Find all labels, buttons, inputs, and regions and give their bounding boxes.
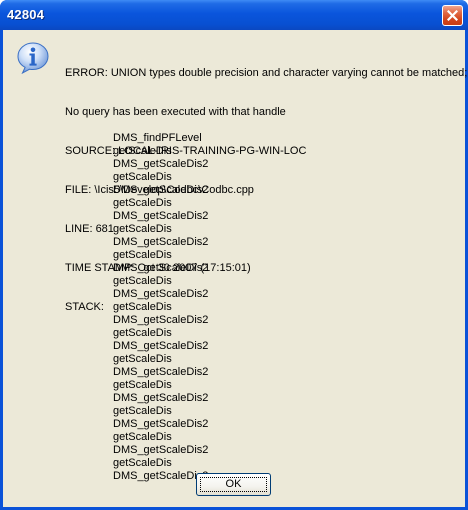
close-icon xyxy=(447,10,458,21)
stack-entry: getScaleDis xyxy=(113,275,172,287)
stack-entry: DMS_getScaleDis2 xyxy=(113,158,209,170)
title-bar[interactable]: 42804 xyxy=(0,0,468,30)
stack-entry: DMS_getScaleDis2 xyxy=(113,418,209,430)
stack-entry: getScaleDis xyxy=(113,353,172,365)
stack-entry: DMS_getScaleDis2 xyxy=(113,262,209,274)
stack-entry: DMS_getScaleDis2 xyxy=(113,470,209,482)
stack-entry: DMS_getScaleDis2 xyxy=(113,184,209,196)
stack-entry: getScaleDis xyxy=(113,223,172,235)
ok-button[interactable]: OK xyxy=(196,473,271,496)
stack-entry: DMS_getScaleDis2 xyxy=(113,236,209,248)
stack-entry: DMS_getScaleDis2 xyxy=(113,340,209,352)
stack-entry: DMS_getScaleDis2 xyxy=(113,444,209,456)
window-title: 42804 xyxy=(7,7,45,22)
close-button[interactable] xyxy=(442,5,463,26)
error-detail: No query has been executed with that han… xyxy=(65,106,286,118)
stack-entry: DMS_findPFLevel xyxy=(113,132,202,144)
stack-entry: getScaleDis xyxy=(113,379,172,391)
stack-entry: DMS_getScaleDis2 xyxy=(113,210,209,222)
stack-entry: getScaleDis xyxy=(113,405,172,417)
stack-entry: getScaleDis xyxy=(113,145,172,157)
ok-button-label: OK xyxy=(225,478,242,490)
stack-trace: DMS_findPFLevel getScaleDis DMS_getScale… xyxy=(113,132,208,483)
stack-entry: getScaleDis xyxy=(113,249,172,261)
stack-entry: DMS_getScaleDis2 xyxy=(113,366,209,378)
stack-entry: getScaleDis xyxy=(113,197,172,209)
stack-entry: DMS_getScaleDis2 xyxy=(113,288,209,300)
stack-entry: getScaleDis xyxy=(113,171,172,183)
stack-entry: DMS_getScaleDis2 xyxy=(113,314,209,326)
info-icon xyxy=(17,42,49,75)
stack-entry: DMS_getScaleDis2 xyxy=(113,392,209,404)
stack-entry: getScaleDis xyxy=(113,301,172,313)
stack-entry: getScaleDis xyxy=(113,457,172,469)
dialog-body: ERROR: UNION types double precision and … xyxy=(3,30,468,507)
stack-entry: getScaleDis xyxy=(113,327,172,339)
stack-entry: getScaleDis xyxy=(113,431,172,443)
error-text: ERROR: UNION types double precision and … xyxy=(65,67,468,79)
message-dialog: 42804 ERROR: UNION types double precisio… xyxy=(0,0,468,510)
